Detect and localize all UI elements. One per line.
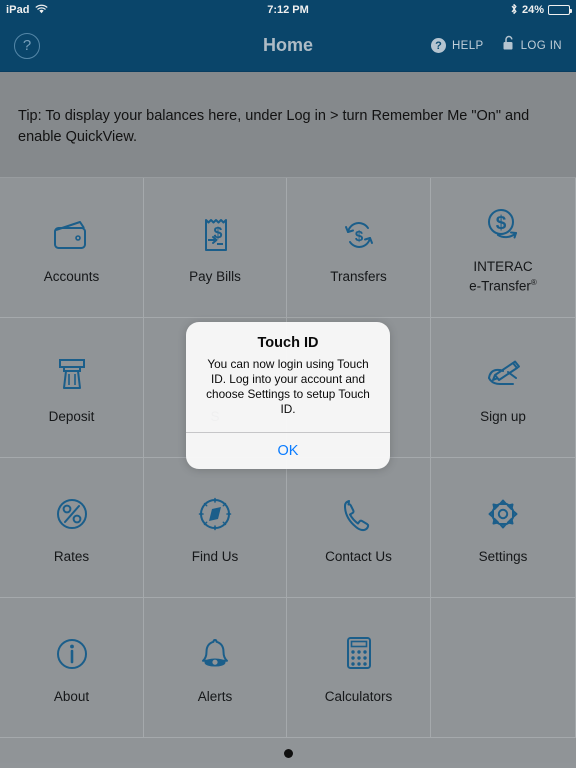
tile-label: Pay Bills — [189, 269, 241, 284]
tile-label: Rates — [53, 549, 90, 564]
status-bar-time: 7:12 PM — [267, 4, 309, 16]
gear-icon — [482, 490, 524, 536]
wifi-icon — [35, 4, 48, 17]
tile-label: Deposit — [48, 409, 95, 424]
tile-settings[interactable]: Settings — [431, 458, 576, 598]
tip-text: Tip: To display your balances here, unde… — [18, 108, 530, 145]
navigation-actions: ? HELP LOG IN — [430, 35, 562, 56]
compass-icon — [194, 490, 236, 536]
status-bar-right: 24% — [510, 3, 572, 18]
tile-interac-e-transfer[interactable]: $ INTERAC e-Transfer® — [431, 178, 576, 318]
page-dot-active[interactable] — [283, 748, 293, 758]
help-circle-button[interactable]: ? — [14, 32, 40, 59]
page-indicator[interactable] — [0, 738, 576, 768]
tile-pay-bills[interactable]: $ Pay Bills — [144, 178, 287, 318]
tile-sign-up[interactable]: Sign up — [431, 318, 576, 458]
svg-text:$: $ — [354, 228, 363, 245]
registered-trademark-symbol: ® — [530, 278, 537, 288]
tile-empty — [431, 598, 576, 738]
tile-label: Accounts — [43, 269, 100, 284]
tile-about[interactable]: About — [0, 598, 144, 738]
battery-percent-label: 24% — [521, 4, 544, 16]
phone-handset-icon — [337, 490, 381, 536]
tip-banner: Tip: To display your balances here, unde… — [0, 72, 576, 178]
tile-label: Calculators — [324, 689, 393, 704]
unlocked-padlock-icon — [502, 35, 515, 56]
tile-label: Find Us — [191, 549, 239, 564]
question-mark-filled-icon: ? — [430, 38, 446, 53]
alert-ok-button[interactable]: OK — [186, 433, 390, 469]
touch-id-alert-dialog: Touch ID You can now login using Touch I… — [186, 322, 390, 469]
help-button[interactable]: ? HELP — [430, 38, 484, 53]
tile-label: About — [53, 689, 90, 704]
bill-receipt-dollar-icon: $ — [195, 210, 235, 256]
tile-label: Sign up — [480, 409, 526, 424]
navigation-bar: ? Home ? HELP LOG IN — [0, 20, 576, 72]
tile-label: Transfers — [330, 269, 387, 284]
log-in-button[interactable]: LOG IN — [502, 35, 562, 56]
tile-calculators[interactable]: Calculators — [287, 598, 431, 738]
help-label: HELP — [451, 39, 484, 52]
alert-title: Touch ID — [257, 335, 319, 351]
percent-circle-icon — [51, 490, 93, 536]
transfer-arrows-dollar-icon: $ — [336, 210, 382, 256]
tile-alerts[interactable]: Alerts — [144, 598, 287, 738]
tile-deposit[interactable]: Deposit — [0, 318, 144, 458]
tile-label: INTERAC e-Transfer® — [469, 259, 537, 295]
tile-find-us[interactable]: Find Us — [144, 458, 287, 598]
tile-label-line1: INTERAC — [473, 259, 533, 275]
tile-contact-us[interactable]: Contact Us — [287, 458, 431, 598]
tile-label: Settings — [478, 549, 528, 564]
tile-rates[interactable]: Rates — [0, 458, 144, 598]
tile-label: Contact Us — [325, 549, 392, 564]
device-name: iPad — [6, 4, 30, 16]
alert-message: You can now login using Touch ID. Log in… — [206, 357, 370, 416]
calculator-icon — [340, 630, 378, 676]
battery-icon — [548, 5, 572, 15]
question-mark-glyph: ? — [22, 37, 32, 54]
tile-accounts[interactable]: Accounts — [0, 178, 144, 318]
status-bar: iPad 7:12 PM 24% — [0, 0, 576, 20]
tile-label-line2: e-Transfer — [469, 278, 531, 294]
status-bar-left: iPad — [6, 4, 48, 17]
interac-dollar-circle-arrow-icon: $ — [480, 200, 526, 246]
bell-icon — [194, 630, 236, 676]
cheque-deposit-slot-icon — [52, 350, 92, 396]
alert-body: Touch ID You can now login using Touch I… — [186, 322, 390, 432]
tile-label: Alerts — [197, 689, 233, 704]
hand-writing-pen-icon — [480, 350, 526, 396]
log-in-label: LOG IN — [520, 39, 562, 52]
info-circle-icon — [51, 630, 93, 676]
wallet-icon — [50, 210, 94, 256]
svg-text:$: $ — [496, 213, 507, 234]
bluetooth-icon — [510, 3, 518, 18]
tile-transfers[interactable]: $ Transfers — [287, 178, 431, 318]
